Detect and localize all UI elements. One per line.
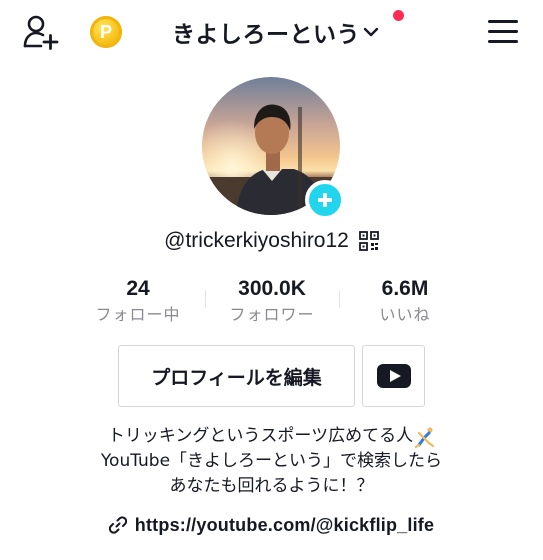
profile-link-text: https://youtube.com/@kickflip_life (134, 514, 435, 535)
stat-label: フォロワー (229, 305, 315, 324)
youtube-icon (376, 364, 411, 388)
stat-following[interactable]: 24 フォロー中 (63, 275, 213, 327)
add-avatar-plus-button[interactable] (305, 180, 345, 220)
stat-label: フォロー中 (95, 305, 181, 324)
account-switcher[interactable]: きよしろーという (172, 14, 379, 50)
qr-code-icon[interactable] (358, 231, 379, 251)
hamburger-menu-icon[interactable] (488, 20, 518, 44)
add-user-icon[interactable] (22, 14, 60, 50)
coin-icon[interactable]: P (90, 16, 122, 48)
username-handle: @trickerkiyoshiro12 (164, 229, 349, 252)
stat-value: 6.6M (381, 277, 429, 300)
bio-line: あなたも回れるように！？ (169, 476, 374, 496)
edit-profile-button[interactable]: プロフィールを編集 (118, 345, 355, 407)
coin-glyph: P (99, 21, 112, 42)
chevron-down-icon (363, 27, 379, 37)
profile-link[interactable]: https://youtube.com/@kickflip_life (0, 512, 543, 538)
notification-dot (393, 10, 404, 21)
stat-value: 24 (126, 277, 150, 300)
page-title: きよしろーという (172, 22, 360, 48)
bio-line: トリッキングというスポーツ広めてる人 (107, 426, 414, 446)
youtube-button[interactable] (362, 345, 425, 407)
stat-followers[interactable]: 300.0K フォロワー (197, 275, 347, 327)
stat-label: いいね (379, 305, 431, 324)
username-row: @trickerkiyoshiro12 (0, 226, 543, 256)
stat-value: 300.0K (238, 277, 306, 300)
profile-bio: トリッキングというスポーツ広めてる人 YouTube「きよしろーという」で検索し… (0, 424, 543, 499)
gymnast-cartwheel-emoji (415, 426, 435, 448)
stat-likes[interactable]: 6.6M いいね (330, 275, 480, 327)
link-icon (108, 516, 127, 534)
top-bar: P きよしろーという (0, 0, 543, 64)
bio-line: YouTube「きよしろーという」で検索したら (100, 451, 443, 471)
